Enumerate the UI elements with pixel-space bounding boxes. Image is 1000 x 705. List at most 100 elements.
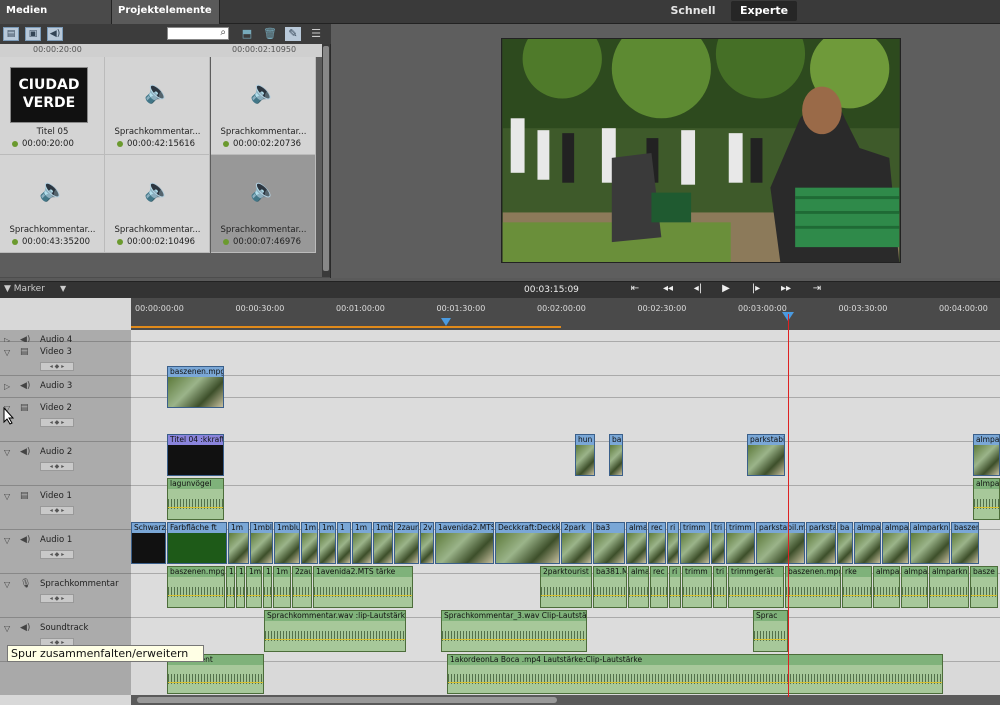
collapse-toggle-icon[interactable]: ▽ <box>4 492 10 501</box>
video-clip[interactable]: rec <box>648 522 666 564</box>
asset-tile[interactable]: 🔈 Sprachkommentar... 00:00:07:46976 <box>211 155 316 253</box>
audio-clip[interactable]: 1m <box>246 566 262 608</box>
audio-clip[interactable]: 1 <box>236 566 245 608</box>
audio-clip[interactable]: rke <box>842 566 872 608</box>
collapse-toggle-icon[interactable]: ▽ <box>4 624 10 633</box>
audio-clip[interactable]: almparkn <box>929 566 969 608</box>
audio-clip[interactable]: Sprachkommentar_3.wav Clip-Lautstärke <box>441 610 587 652</box>
video-clip[interactable]: Farbfläche ft <box>167 522 227 564</box>
collapse-toggle-icon[interactable]: ▽ <box>4 348 10 357</box>
search-input[interactable]: ⌕ <box>167 27 229 40</box>
audio-clip[interactable]: ri <box>669 566 681 608</box>
asset-tile[interactable]: CIUDAD VERDE Titel 05 00:00:20:00 <box>0 57 105 155</box>
step-forward-icon[interactable]: |▸ <box>748 283 764 294</box>
step-back-icon[interactable]: ◂| <box>690 283 706 294</box>
video-clip[interactable]: trimm <box>680 522 710 564</box>
video-clip[interactable]: baszenen.mpg [ <box>167 366 224 408</box>
asset-tile[interactable]: 🔈 Sprachkommentar... 00:00:42:15616 <box>105 57 210 155</box>
collapse-toggle-icon[interactable]: ▽ <box>4 448 10 457</box>
audio-clip[interactable]: trimm <box>682 566 712 608</box>
audio-clip[interactable]: 2zau <box>292 566 312 608</box>
rewind-icon[interactable]: ◂◂ <box>660 283 676 294</box>
audio-clip[interactable]: tri <box>713 566 727 608</box>
film-filter-icon[interactable]: ▤ <box>3 27 19 41</box>
mode-quick-tab[interactable]: Schnell <box>664 0 722 22</box>
video-clip[interactable]: 1m <box>319 522 336 564</box>
playhead-line[interactable] <box>788 314 789 697</box>
audio-clip[interactable]: 1m <box>273 566 291 608</box>
audio-clip[interactable]: Sprachkommentar.wav :lip-Lautstärke <box>264 610 406 652</box>
project-scrollbar[interactable] <box>322 44 330 277</box>
video-clip[interactable]: almpar <box>882 522 909 564</box>
go-to-start-icon[interactable]: ⇤ <box>627 283 643 294</box>
audio-clip[interactable]: rec <box>650 566 668 608</box>
video-clip[interactable]: ba <box>609 434 623 476</box>
audio-clip[interactable]: 2parktourist <box>540 566 592 608</box>
video-clip[interactable]: ba3 <box>593 522 625 564</box>
video-clip[interactable]: almpa <box>973 434 1000 476</box>
video-clip[interactable]: Deckkraft:Deckkraft <box>495 522 560 564</box>
fast-forward-icon[interactable]: ▸▸ <box>778 283 794 294</box>
title-clip[interactable]: Titel 04 :kkraft <box>167 434 224 476</box>
asset-tile[interactable]: 🔈 Sprachkommentar... 00:00:02:10496 <box>105 155 210 253</box>
audio-filter-icon[interactable]: ◀) <box>47 27 63 41</box>
audio-clip[interactable]: lagunvögel <box>167 478 224 520</box>
video-clip[interactable]: alma <box>626 522 647 564</box>
audio-clip[interactable]: baszenen.mpg [A] <box>785 566 841 608</box>
keyframe-controls[interactable]: ◂ ◆ ▸ <box>40 418 74 427</box>
play-icon[interactable]: ▶ <box>718 283 734 294</box>
collapse-toggle-icon[interactable]: ▷ <box>4 382 10 391</box>
timeline-scrollbar[interactable] <box>131 695 1000 705</box>
time-ruler[interactable]: 00:00:00:00 00:00:30:00 00:01:00:00 00:01:3… <box>131 298 1000 330</box>
video-clip[interactable]: ri <box>667 522 679 564</box>
video-clip[interactable]: 1m <box>301 522 318 564</box>
audio-clip[interactable]: 1akordeonLa Boca .mp4 Lautstärke:Clip-La… <box>447 654 943 694</box>
keyframe-controls[interactable]: ◂ ◆ ▸ <box>40 594 74 603</box>
audio-clip[interactable]: 1 <box>226 566 235 608</box>
video-clip[interactable]: 2park <box>561 522 592 564</box>
audio-clip[interactable]: almpa <box>973 478 1000 520</box>
video-clip[interactable]: 2zaun <box>394 522 419 564</box>
audio-clip[interactable]: baszenen.mpg [ <box>167 566 225 608</box>
audio-clip[interactable]: basze <box>970 566 998 608</box>
video-clip[interactable]: trimm <box>726 522 755 564</box>
marker-label[interactable]: ▼ Marker <box>4 284 45 294</box>
audio-clip[interactable]: 1avenida2.MTS tärke <box>313 566 413 608</box>
video-clip[interactable]: hun <box>575 434 595 476</box>
audio-clip[interactable]: ba381.MT <box>593 566 627 608</box>
video-clip[interactable]: Schwarz <box>131 522 166 564</box>
collapse-toggle-icon[interactable]: ▽ <box>4 536 10 545</box>
marker-dropdown-icon[interactable]: ▼ <box>60 284 66 293</box>
panel-menu-icon[interactable]: ☰ <box>308 27 324 41</box>
image-filter-icon[interactable]: ▣ <box>25 27 41 41</box>
collapse-toggle-icon[interactable]: ▽ <box>4 580 10 589</box>
scrollbar-thumb[interactable] <box>137 697 557 703</box>
video-clip[interactable]: tri <box>711 522 725 564</box>
go-to-end-icon[interactable]: ⇥ <box>809 283 825 294</box>
project-assets-menu[interactable]: Projektelemente ▼ <box>112 0 220 37</box>
audio-clip[interactable]: 1 <box>263 566 272 608</box>
scrollbar-thumb[interactable] <box>323 46 329 271</box>
video-clip[interactable]: 1 <box>337 522 351 564</box>
video-clip[interactable]: 2v <box>420 522 434 564</box>
video-clip[interactable]: 1mblu <box>274 522 300 564</box>
pin-icon[interactable]: ✎ <box>285 27 301 41</box>
audio-clip[interactable]: almpar <box>901 566 928 608</box>
track-area[interactable]: baszenen.mpg [ Titel 04 :kkraft hunba parks… <box>131 330 1000 695</box>
video-clip[interactable]: parksta <box>806 522 836 564</box>
video-clip[interactable]: parkstabil.mp4 <box>756 522 805 564</box>
video-clip[interactable]: 1m <box>228 522 249 564</box>
keyframe-controls[interactable]: ◂ ◆ ▸ <box>40 550 74 559</box>
keyframe-controls[interactable]: ◂ ◆ ▸ <box>40 362 74 371</box>
mode-expert-tab[interactable]: Experte <box>731 1 797 21</box>
new-folder-icon[interactable]: ⬒ <box>239 27 255 41</box>
video-clip[interactable]: parkstabil. <box>747 434 785 476</box>
video-clip[interactable]: 1mbl <box>250 522 273 564</box>
video-clip[interactable]: 1mb <box>373 522 393 564</box>
keyframe-controls[interactable]: ◂ ◆ ▸ <box>40 462 74 471</box>
video-clip[interactable]: almpar <box>854 522 881 564</box>
video-clip[interactable]: 1m <box>352 522 372 564</box>
audio-clip[interactable]: alma <box>628 566 649 608</box>
keyframe-controls[interactable]: ◂ ◆ ▸ <box>40 506 74 515</box>
video-clip[interactable]: almparkn <box>910 522 950 564</box>
